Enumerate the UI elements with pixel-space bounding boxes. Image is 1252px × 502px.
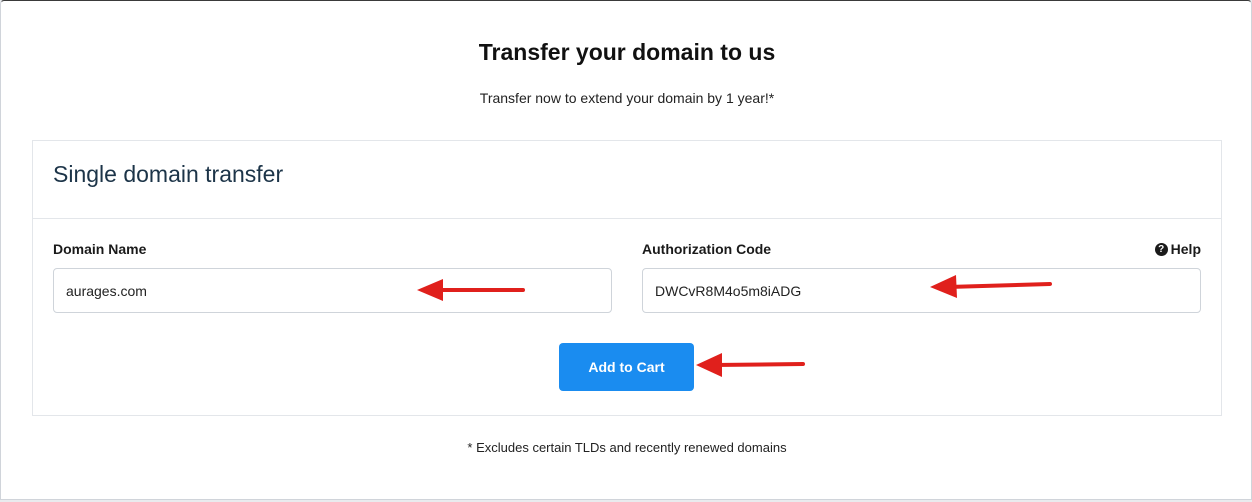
help-link[interactable]: ? Help xyxy=(1154,241,1201,257)
help-label: Help xyxy=(1170,241,1201,257)
page-subtitle: Transfer now to extend your domain by 1 … xyxy=(479,90,775,106)
page-title: Transfer your domain to us xyxy=(478,39,776,65)
panel-title: Single domain transfer xyxy=(53,161,284,187)
authorization-code-label: Authorization Code xyxy=(642,241,772,257)
question-circle-icon: ? xyxy=(1154,242,1168,256)
domain-name-label: Domain Name xyxy=(53,241,147,257)
annotation-arrow-auth-code xyxy=(930,275,1052,298)
footnote: * Excludes certain TLDs and recently ren… xyxy=(467,440,787,455)
domain-name-input[interactable] xyxy=(53,268,612,313)
transfer-page: Transfer your domain to us Transfer now … xyxy=(0,0,1252,500)
panel-header: Single domain transfer xyxy=(33,141,1221,219)
add-to-cart-button[interactable]: Add to Cart xyxy=(559,343,694,391)
annotation-arrow-domain xyxy=(417,279,525,301)
authorization-code-input[interactable] xyxy=(642,268,1201,313)
annotation-arrow-add-to-cart xyxy=(696,353,805,377)
